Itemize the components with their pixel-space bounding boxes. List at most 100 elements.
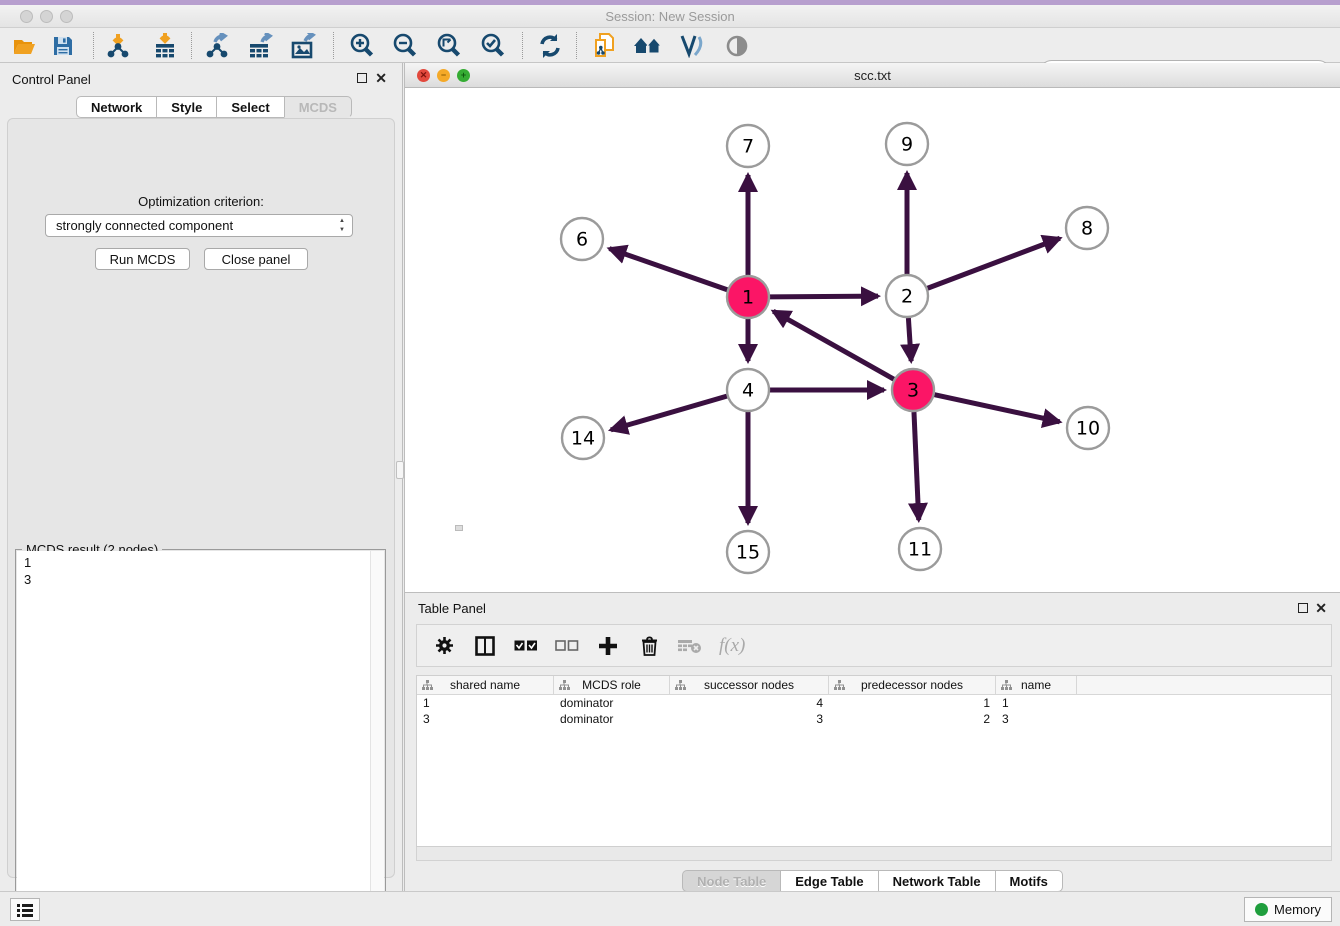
style-preview-button[interactable] — [675, 31, 709, 60]
table-cell: 3 — [670, 711, 829, 727]
criterion-value: strongly connected component — [56, 218, 233, 233]
refresh-button[interactable] — [533, 31, 567, 60]
node-label-14: 14 — [571, 428, 595, 450]
contrast-eye-icon — [725, 34, 749, 58]
result-scrollbar[interactable] — [370, 551, 384, 923]
edge-4-14[interactable] — [611, 396, 727, 430]
table-panel: Table Panel ✕ f(x) shared nameMCDS roles… — [404, 592, 1340, 891]
close-table-panel-icon[interactable]: ✕ — [1315, 603, 1327, 613]
horizontal-divider-handle[interactable] — [455, 525, 463, 531]
tab-style[interactable]: Style — [156, 96, 216, 118]
task-list-icon — [17, 903, 33, 917]
mcds-panel: Optimization criterion: strongly connect… — [7, 118, 395, 878]
table-cell: 3 — [417, 711, 554, 727]
table-panel-title: Table Panel — [418, 601, 486, 616]
control-panel: Control Panel ✕ Network Style Select MCD… — [0, 63, 403, 891]
zoom-selected-button[interactable] — [476, 31, 510, 60]
tab-mcds[interactable]: MCDS — [284, 96, 352, 118]
tab-motifs[interactable]: Motifs — [995, 870, 1063, 892]
home-button[interactable] — [631, 31, 665, 60]
delete-table-button[interactable] — [678, 634, 702, 658]
column-header-predecessor-nodes[interactable]: predecessor nodes — [829, 676, 996, 694]
zoom-out-button[interactable] — [388, 31, 422, 60]
save-session-button[interactable] — [46, 31, 80, 60]
table-cell: dominator — [554, 711, 670, 727]
toolbar-separator — [333, 32, 334, 59]
memory-button[interactable]: Memory — [1244, 897, 1332, 922]
deselect-all-button[interactable] — [555, 634, 579, 658]
import-table-button[interactable] — [148, 31, 182, 60]
toolbar-separator — [576, 32, 577, 59]
function-builder-button[interactable]: f(x) — [719, 635, 745, 657]
add-column-button[interactable] — [596, 634, 620, 658]
table-header-row: shared nameMCDS rolesuccessor nodesprede… — [417, 676, 1331, 695]
tab-node-table[interactable]: Node Table — [682, 870, 780, 892]
node-label-7: 7 — [742, 136, 754, 158]
delete-table-icon — [678, 638, 702, 654]
tab-select[interactable]: Select — [216, 96, 283, 118]
import-network-icon — [106, 33, 130, 59]
export-image-button[interactable] — [288, 31, 322, 60]
node-label-11: 11 — [908, 539, 932, 561]
mcds-result-item: 1 — [24, 554, 370, 571]
float-panel-icon[interactable] — [357, 73, 367, 83]
table-cell: 1 — [417, 695, 554, 711]
open-session-button[interactable] — [8, 31, 42, 60]
export-table-icon — [248, 33, 276, 59]
toolbar-separator — [522, 32, 523, 59]
select-all-button[interactable] — [514, 634, 538, 658]
tab-network-table[interactable]: Network Table — [878, 870, 995, 892]
close-panel-icon[interactable]: ✕ — [375, 73, 387, 83]
edge-3-10[interactable] — [934, 395, 1059, 422]
column-layout-button[interactable] — [473, 634, 497, 658]
save-icon — [52, 35, 74, 57]
network-window-title: scc.txt — [405, 68, 1340, 83]
zoom-in-button[interactable] — [345, 31, 379, 60]
node-table[interactable]: shared nameMCDS rolesuccessor nodesprede… — [416, 675, 1332, 847]
float-table-panel-icon[interactable] — [1298, 603, 1308, 613]
export-table-button[interactable] — [245, 31, 279, 60]
tab-edge-table[interactable]: Edge Table — [780, 870, 877, 892]
column-type-icon — [559, 680, 570, 691]
edge-1-2[interactable] — [770, 296, 878, 297]
edge-1-6[interactable] — [609, 249, 727, 290]
table-row[interactable]: 3dominator323 — [417, 711, 1331, 727]
node-label-9: 9 — [901, 134, 913, 156]
edge-layer — [609, 173, 1059, 523]
style-brush-icon — [679, 34, 705, 58]
zoom-fit-button[interactable] — [432, 31, 466, 60]
column-header-successor-nodes[interactable]: successor nodes — [670, 676, 829, 694]
node-label-2: 2 — [901, 286, 913, 308]
column-header-name[interactable]: name — [996, 676, 1077, 694]
mcds-result-item: 3 — [24, 571, 370, 588]
network-window-titlebar[interactable]: ✕ − + scc.txt — [405, 63, 1340, 88]
tab-network[interactable]: Network — [76, 96, 156, 118]
edge-2-3[interactable] — [908, 318, 911, 361]
panel-divider-handle[interactable] — [396, 461, 404, 479]
edge-3-1[interactable] — [773, 311, 894, 379]
node-label-1: 1 — [742, 287, 754, 309]
network-canvas[interactable]: 7968124314101511 — [405, 88, 1339, 591]
close-panel-button[interactable]: Close panel — [204, 248, 308, 270]
unchecked-boxes-icon — [555, 640, 579, 652]
hide-panel-button[interactable] — [720, 31, 754, 60]
table-cell: dominator — [554, 695, 670, 711]
task-history-button[interactable] — [10, 898, 40, 921]
home-icon — [633, 34, 663, 58]
clone-network-icon — [592, 32, 618, 60]
edge-3-11[interactable] — [914, 412, 919, 520]
criterion-dropdown[interactable]: strongly connected component ▲▼ — [45, 214, 353, 237]
run-mcds-button[interactable]: Run MCDS — [95, 248, 190, 270]
delete-column-button[interactable] — [637, 634, 661, 658]
columns-icon — [475, 636, 495, 656]
optimization-criterion-label: Optimization criterion: — [8, 194, 394, 209]
edge-2-8[interactable] — [928, 238, 1060, 288]
export-network-button[interactable] — [201, 31, 235, 60]
settings-gear-button[interactable] — [432, 634, 456, 658]
table-row[interactable]: 1dominator411 — [417, 695, 1331, 711]
import-network-button[interactable] — [101, 31, 135, 60]
column-header-shared-name[interactable]: shared name — [417, 676, 554, 694]
column-type-icon — [422, 680, 433, 691]
clone-network-button[interactable] — [588, 31, 622, 60]
column-header-MCDS-role[interactable]: MCDS role — [554, 676, 670, 694]
